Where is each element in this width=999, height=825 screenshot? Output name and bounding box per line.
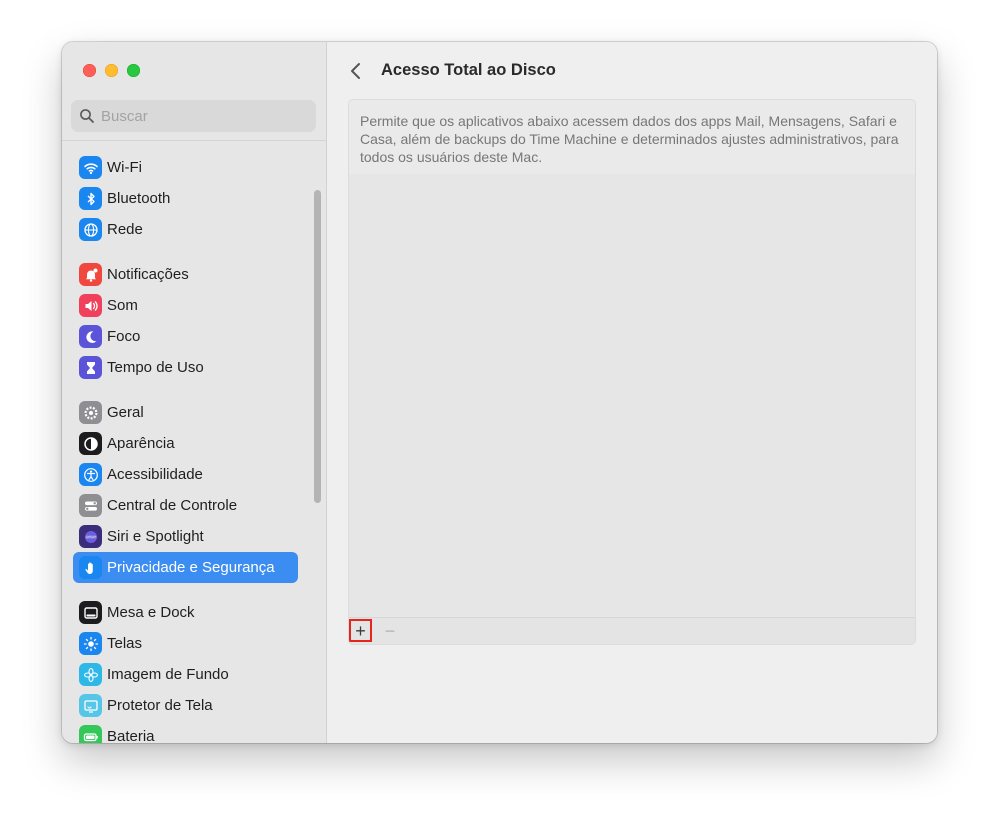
sidebar-item-gear[interactable]: Geral: [73, 397, 298, 428]
main-content: Acesso Total ao Disco Permite que os apl…: [327, 42, 937, 743]
sidebar-item-label: Wi-Fi: [107, 159, 142, 176]
sidebar-item-control-center[interactable]: Central de Controle: [73, 490, 298, 521]
screensaver-icon: [79, 694, 102, 717]
control-center-icon: [79, 494, 102, 517]
remove-app-button[interactable]: −: [380, 619, 400, 642]
sidebar-item-label: Acessibilidade: [107, 466, 203, 483]
sidebar: Wi-Fi Bluetooth Rede Notificações Som Foco Tem…: [62, 42, 327, 743]
sidebar-item-label: Som: [107, 297, 138, 314]
minimize-window-button[interactable]: [105, 64, 118, 77]
globe-icon: [79, 218, 102, 241]
close-window-button[interactable]: [83, 64, 96, 77]
sidebar-item-appearance[interactable]: Aparência: [73, 428, 298, 459]
sidebar-divider: [62, 140, 326, 141]
sidebar-item-label: Siri e Spotlight: [107, 528, 204, 545]
sidebar-item-bell[interactable]: Notificações: [73, 259, 298, 290]
app-list[interactable]: [349, 174, 915, 618]
sidebar-item-label: Bluetooth: [107, 190, 171, 207]
moon-icon: [79, 325, 102, 348]
hourglass-icon: [79, 356, 102, 379]
sun-icon: [79, 632, 102, 655]
sidebar-item-label: Notificações: [107, 266, 189, 283]
back-button[interactable]: [345, 58, 367, 84]
speaker-icon: [79, 294, 102, 317]
chevron-left-icon: [351, 63, 360, 79]
bluetooth-icon: [79, 187, 102, 210]
flower-icon: [79, 663, 102, 686]
wifi-icon: [79, 156, 102, 179]
sidebar-item-label: Central de Controle: [107, 497, 238, 514]
sidebar-item-dock[interactable]: Mesa e Dock: [73, 597, 298, 628]
sidebar-item-label: Aparência: [107, 435, 175, 452]
sidebar-item-label: Geral: [107, 404, 144, 421]
sidebar-item-accessibility[interactable]: Acessibilidade: [73, 459, 298, 490]
sidebar-item-label: Privacidade e Segurança: [107, 559, 275, 576]
accessibility-icon: [79, 463, 102, 486]
sidebar-item-screensaver[interactable]: Protetor de Tela: [73, 690, 298, 721]
sidebar-item-siri[interactable]: Siri e Spotlight: [73, 521, 298, 552]
dock-icon: [79, 601, 102, 624]
list-footer: + −: [349, 617, 915, 644]
sidebar-item-flower[interactable]: Imagem de Fundo: [73, 659, 298, 690]
zoom-window-button[interactable]: [127, 64, 140, 77]
sidebar-item-speaker[interactable]: Som: [73, 290, 298, 321]
sidebar-item-bluetooth[interactable]: Bluetooth: [73, 183, 298, 214]
app-list-panel: Permite que os aplicativos abaixo acesse…: [348, 99, 916, 645]
sidebar-item-label: Foco: [107, 328, 141, 345]
sidebar-item-label: Tempo de Uso: [107, 359, 204, 376]
sidebar-item-label: Telas: [107, 635, 143, 652]
appearance-icon: [79, 432, 102, 455]
gear-icon: [79, 401, 102, 424]
settings-window: Wi-Fi Bluetooth Rede Notificações Som Foco Tem…: [62, 42, 937, 743]
bell-icon: [79, 263, 102, 286]
description-text: Permite que os aplicativos abaixo acesse…: [360, 113, 899, 165]
search-input[interactable]: [101, 100, 306, 132]
sidebar-item-hourglass[interactable]: Tempo de Uso: [73, 352, 298, 383]
sidebar-item-sun[interactable]: Telas: [73, 628, 298, 659]
hand-icon: [79, 556, 102, 579]
add-app-button[interactable]: +: [349, 619, 372, 642]
panel-description: Permite que os aplicativos abaixo acesse…: [349, 100, 915, 174]
siri-icon: [79, 525, 102, 548]
sidebar-item-label: Bateria: [107, 728, 155, 743]
page-title: Acesso Total ao Disco: [381, 61, 556, 79]
sidebar-item-label: Imagem de Fundo: [107, 666, 229, 683]
sidebar-item-wifi[interactable]: Wi-Fi: [73, 152, 298, 183]
sidebar-item-label: Protetor de Tela: [107, 697, 213, 714]
sidebar-item-label: Rede: [107, 221, 143, 238]
search-box[interactable]: [71, 100, 316, 132]
sidebar-item-battery[interactable]: Bateria: [73, 721, 298, 743]
sidebar-item-label: Mesa e Dock: [107, 604, 195, 621]
search-icon: [80, 109, 94, 123]
sidebar-scrollbar[interactable]: [314, 190, 321, 503]
sidebar-item-hand[interactable]: Privacidade e Segurança: [73, 552, 298, 583]
sidebar-item-moon[interactable]: Foco: [73, 321, 298, 352]
battery-icon: [79, 725, 102, 743]
sidebar-item-globe[interactable]: Rede: [73, 214, 298, 245]
